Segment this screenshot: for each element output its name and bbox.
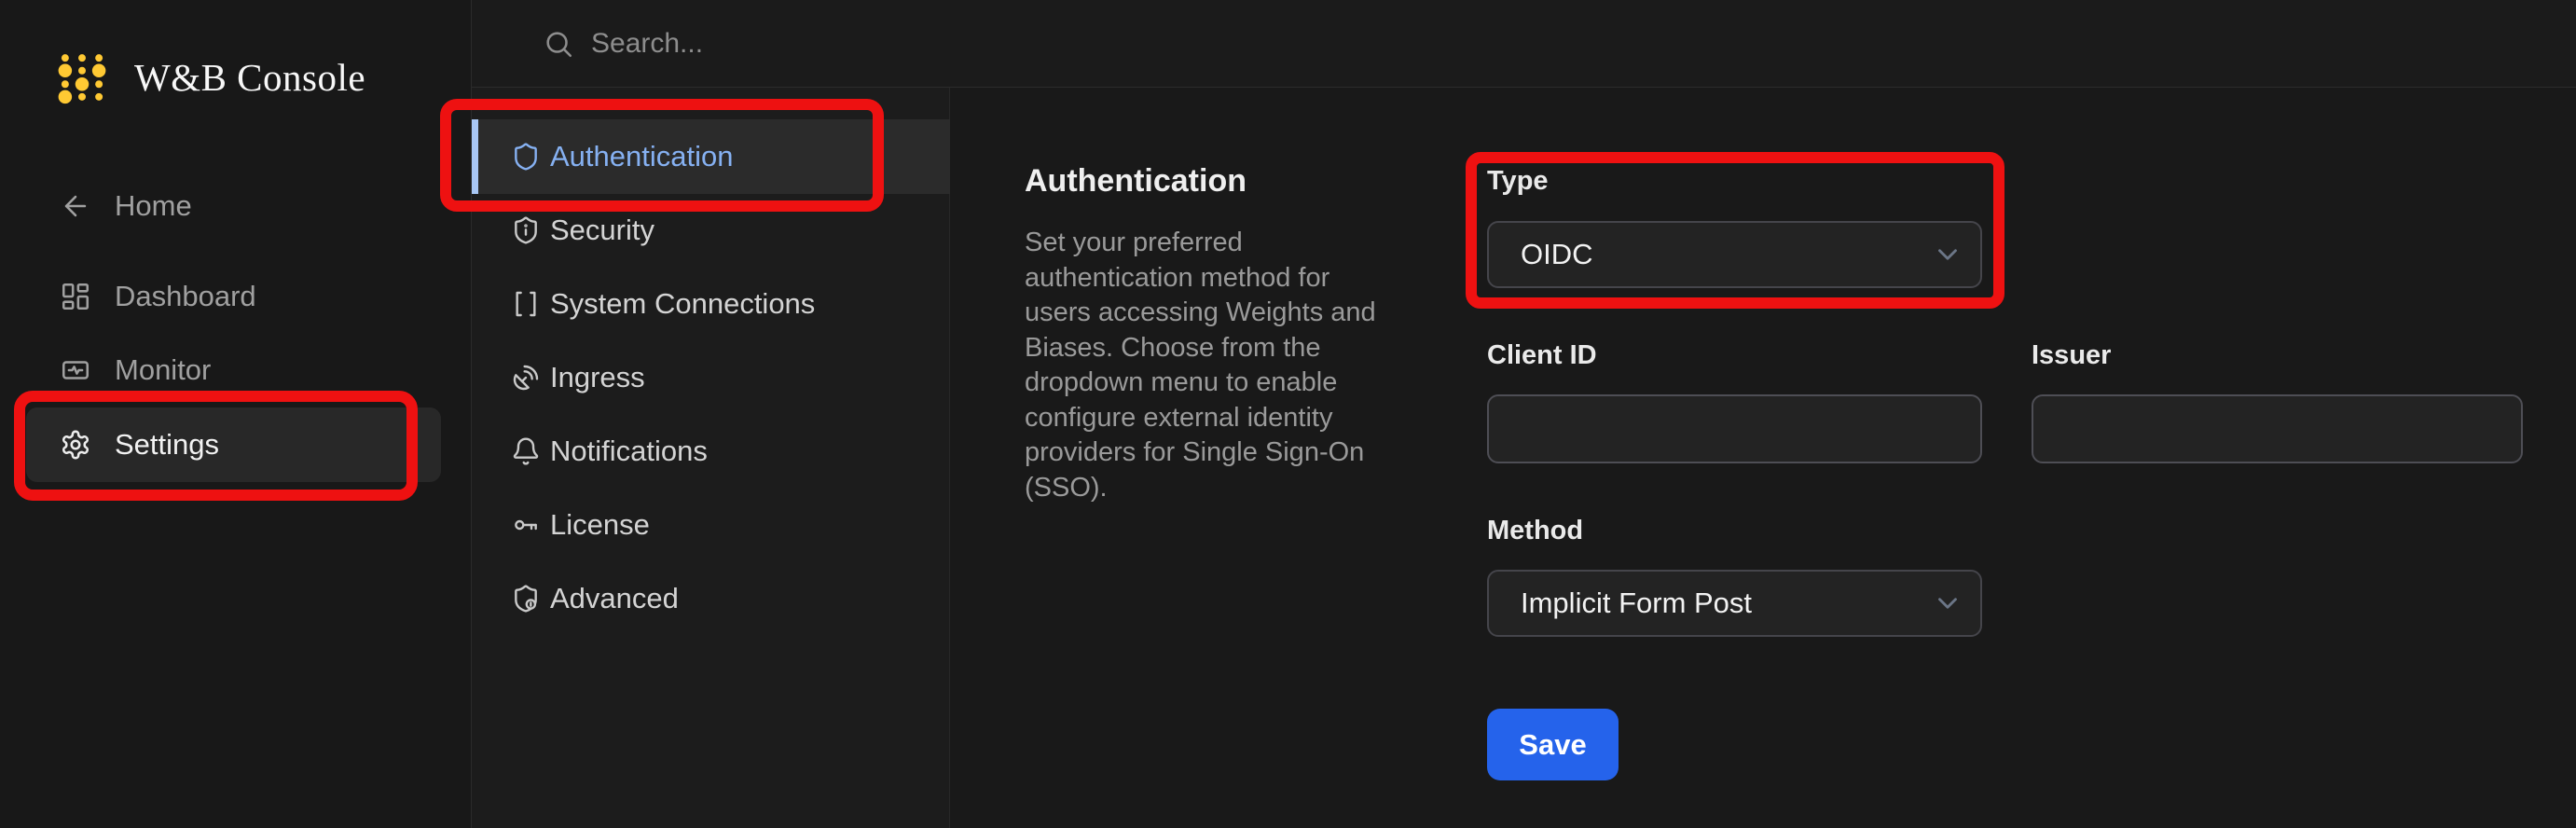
sidebar-item-monitor[interactable]: Monitor [0, 348, 472, 393]
settings-nav-label: Authentication [550, 140, 734, 172]
method-dropdown-value: Implicit Form Post [1521, 586, 1753, 619]
client-id-input[interactable] [1487, 394, 1982, 463]
monitor-icon [60, 354, 91, 386]
search-input[interactable] [589, 26, 1167, 61]
settings-nav-item-authentication[interactable]: Authentication [472, 119, 950, 194]
arrow-left-icon [60, 190, 91, 222]
dashboard-icon [60, 281, 91, 312]
gear-icon [60, 429, 91, 461]
page-description: Set your preferred authentication method… [1025, 228, 1376, 503]
method-dropdown[interactable]: Implicit Form Post [1487, 570, 1982, 637]
chevron-down-icon [1932, 587, 1963, 619]
client-id-label: Client ID [1487, 340, 1597, 370]
sidebar-item-label: Home [115, 189, 192, 222]
settings-nav: Authentication Security System Connectio… [472, 88, 950, 828]
issuer-input[interactable] [2032, 394, 2523, 463]
sidebar-item-home[interactable]: Home [0, 184, 472, 228]
type-dropdown-value: OIDC [1521, 238, 1593, 270]
issuer-label: Issuer [2032, 340, 2112, 370]
bell-icon [511, 436, 541, 466]
search-icon [543, 28, 574, 60]
settings-nav-item-license[interactable]: License [472, 488, 950, 562]
type-dropdown[interactable]: OIDC [1487, 221, 1982, 288]
sidebar-item-label: Settings [115, 428, 220, 461]
antenna-icon [511, 363, 541, 393]
header [472, 0, 2576, 88]
sidebar-item-label: Monitor [115, 353, 212, 386]
settings-nav-label: Notifications [550, 435, 708, 467]
settings-nav-item-security[interactable]: Security [472, 193, 950, 268]
shield-gear-icon [511, 584, 541, 614]
sidebar-item-settings[interactable]: Settings [26, 407, 441, 482]
settings-nav-item-system-connections[interactable]: System Connections [472, 267, 950, 341]
settings-nav-item-notifications[interactable]: Notifications [472, 414, 950, 489]
brackets-icon [511, 289, 541, 319]
shield-info-icon [511, 215, 541, 245]
sidebar: W&B Console Home Dashboard Monitor Setti [0, 0, 472, 828]
wandb-logo-icon [58, 50, 106, 104]
type-label: Type [1487, 166, 1549, 196]
main-content: Authentication Set your preferred authen… [950, 88, 2576, 828]
app-title: W&B Console [134, 56, 366, 99]
settings-nav-label: Advanced [550, 582, 679, 614]
settings-nav-label: System Connections [550, 287, 816, 320]
page-title: Authentication [1025, 163, 1247, 199]
key-icon [511, 510, 541, 540]
search-box[interactable] [543, 0, 1167, 87]
settings-nav-label: Security [550, 214, 654, 246]
settings-nav-item-ingress[interactable]: Ingress [472, 340, 950, 415]
shield-icon [511, 142, 541, 172]
wandb-console-window: W&B Console Home Dashboard Monitor Setti [0, 0, 2576, 828]
method-label: Method [1487, 516, 1584, 545]
sidebar-item-label: Dashboard [115, 280, 256, 312]
sidebar-item-dashboard[interactable]: Dashboard [0, 274, 472, 319]
chevron-down-icon [1932, 239, 1963, 270]
save-button[interactable]: Save [1487, 709, 1619, 780]
settings-nav-item-advanced[interactable]: Advanced [472, 561, 950, 636]
settings-nav-label: License [550, 508, 650, 541]
app-logo: W&B Console [58, 50, 365, 104]
settings-nav-label: Ingress [550, 361, 645, 393]
